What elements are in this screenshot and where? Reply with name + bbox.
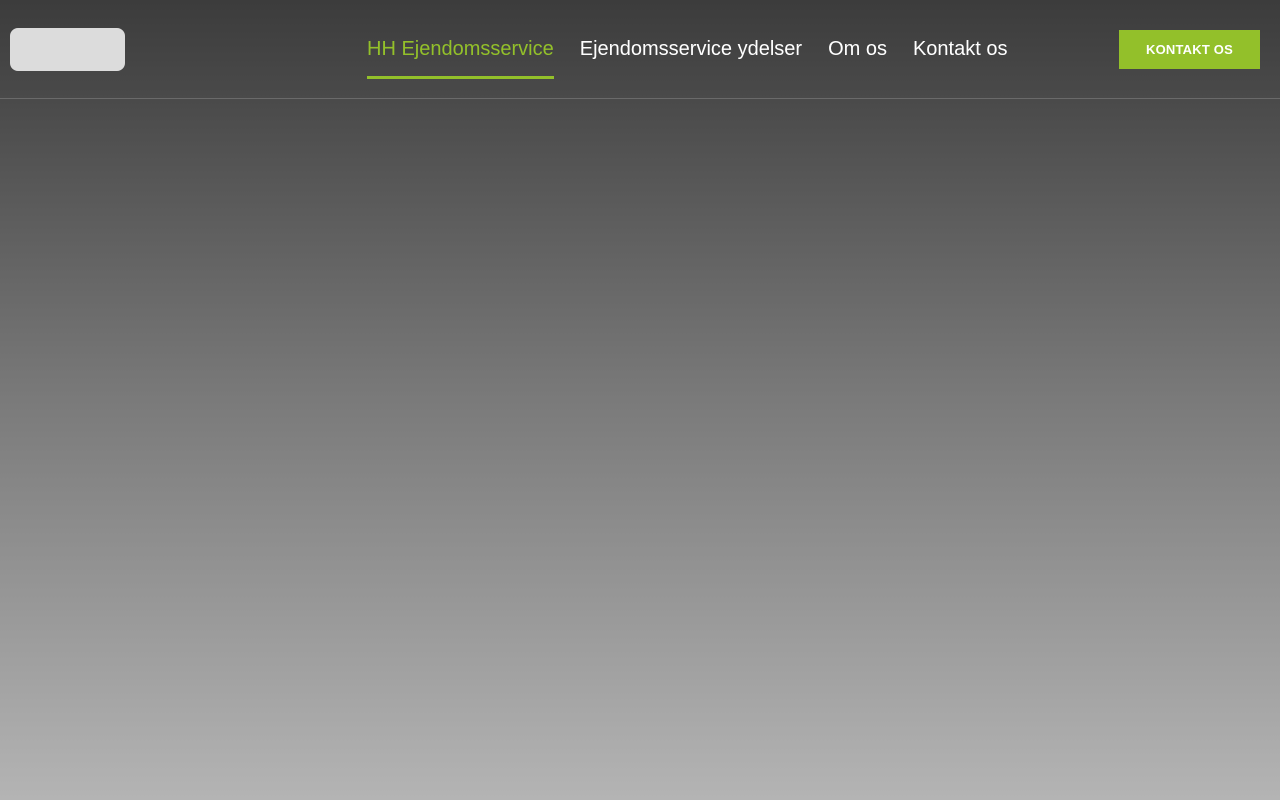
nav-item-services[interactable]: Ejendomsservice ydelser: [580, 0, 802, 79]
nav-item-contact[interactable]: Kontakt os: [913, 0, 1008, 79]
hero-section: [0, 100, 1280, 800]
site-header: HH Ejendomsservice Ejendomsservice ydels…: [0, 0, 1280, 99]
contact-button[interactable]: KONTAKT OS: [1119, 30, 1260, 69]
main-nav: HH Ejendomsservice Ejendomsservice ydels…: [367, 0, 1033, 99]
nav-item-home[interactable]: HH Ejendomsservice: [367, 0, 554, 79]
site-logo[interactable]: [10, 28, 125, 71]
nav-item-about[interactable]: Om os: [828, 0, 887, 79]
